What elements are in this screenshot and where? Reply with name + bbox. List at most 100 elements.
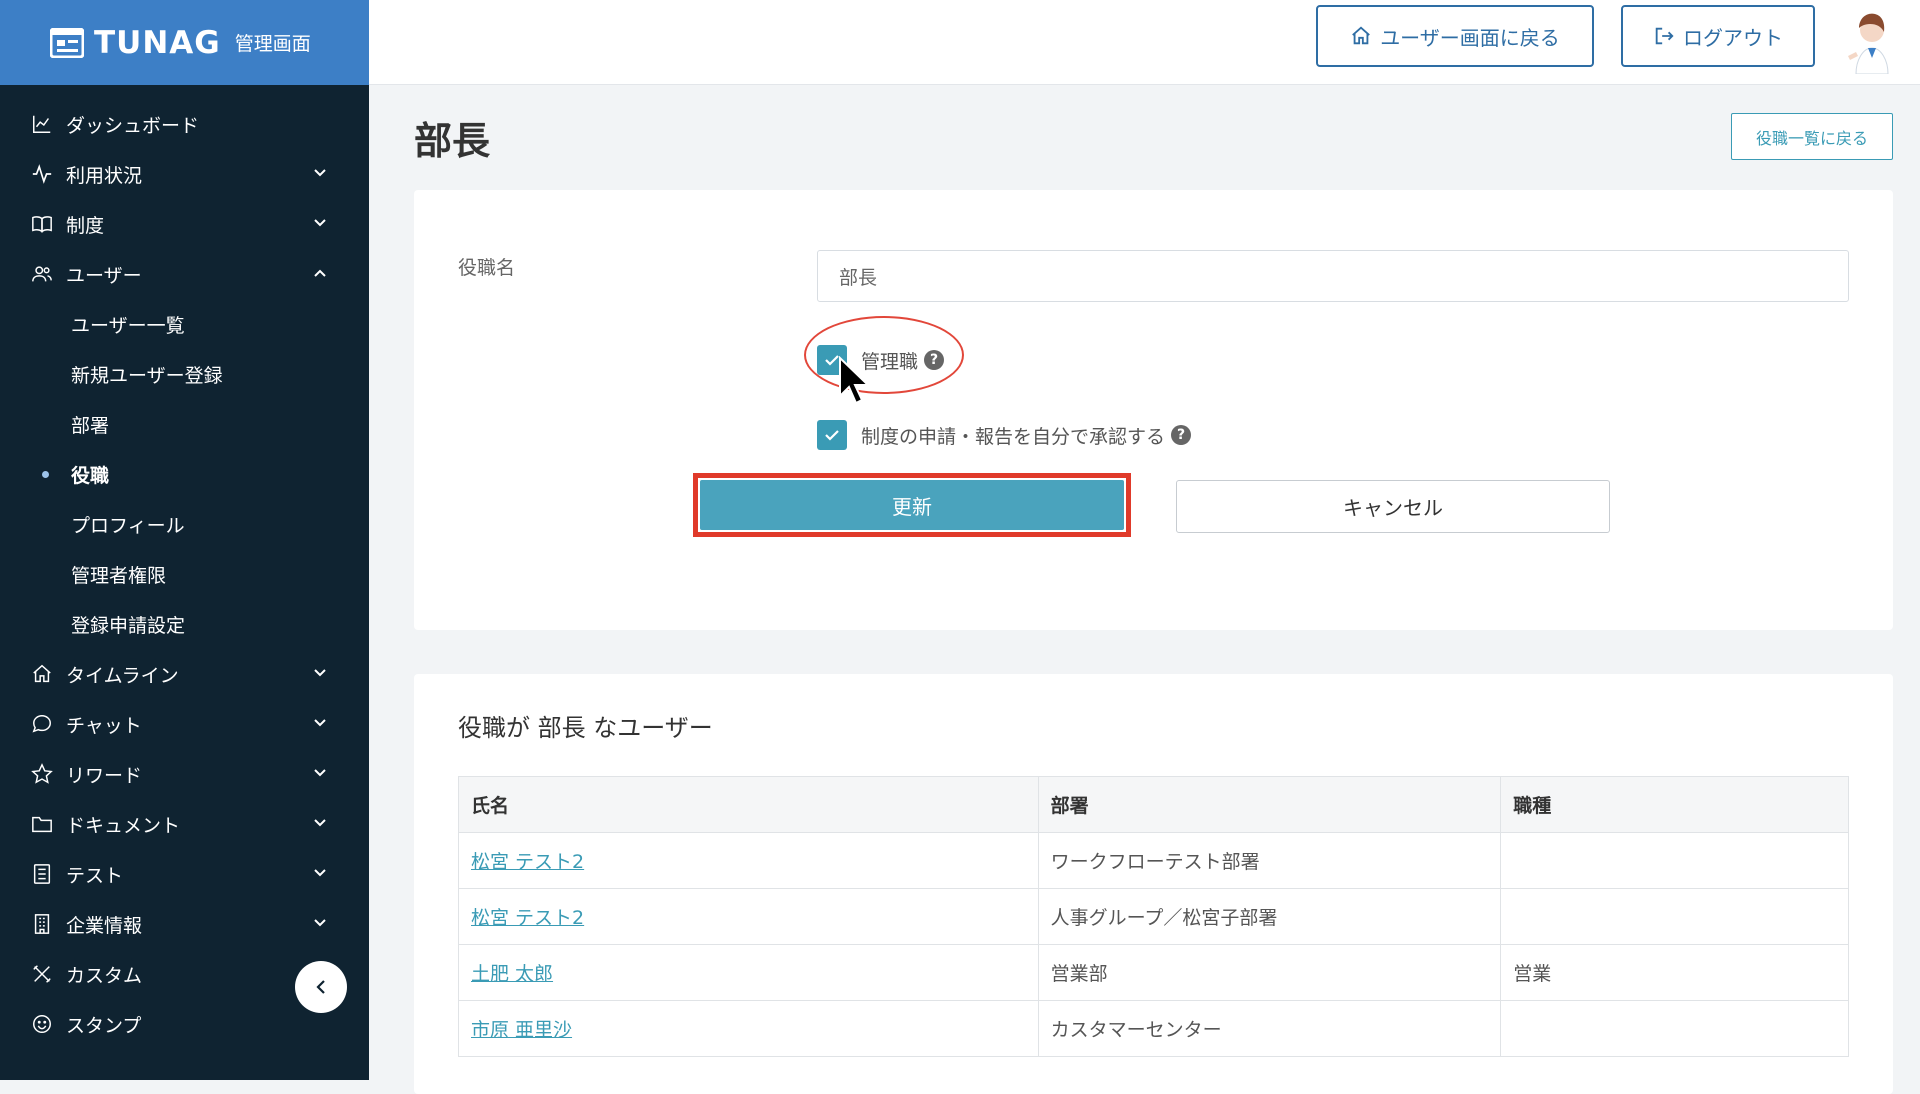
self-approve-checkbox[interactable] [817, 420, 847, 450]
table-row: 松宮 テスト2 人事グループ／松宮子部署 [458, 888, 1849, 945]
home-icon [1352, 26, 1371, 45]
cell-job-type [1500, 1000, 1849, 1057]
sidebar: TUNAG 管理画面 ダッシュボード 利用状況 制度 ユーザー ユーザー一覧 新… [0, 0, 369, 1080]
chevron-up-icon [314, 269, 326, 277]
sidebar-item-test[interactable]: テスト [0, 849, 369, 899]
brand-name: TUNAG [94, 24, 221, 61]
update-button-highlight: 更新 [693, 473, 1131, 537]
chart-line-icon [30, 112, 54, 136]
sidebar-item-label: テスト [66, 864, 124, 887]
back-to-user-screen-label: ユーザー画面に戻る [1380, 25, 1560, 50]
brand-bar[interactable]: TUNAG 管理画面 [0, 0, 369, 85]
sidebar-item-dashboard[interactable]: ダッシュボード [0, 99, 369, 149]
manager-checkbox-label: 管理職 [861, 350, 919, 373]
help-icon[interactable]: ? [924, 350, 945, 370]
sidebar-item-label: カスタム [66, 964, 143, 987]
sidebar-nav: ダッシュボード 利用状況 制度 ユーザー ユーザー一覧 新規ユーザー登録 部署 … [0, 85, 369, 1049]
home-icon [30, 662, 54, 686]
user-name-link[interactable]: 松宮 テスト2 [471, 851, 584, 873]
check-icon [825, 355, 839, 366]
column-header-department: 部署 [1037, 776, 1502, 833]
sidebar-item-label: リワード [66, 764, 143, 787]
chevron-left-icon [316, 980, 325, 994]
cell-name: 市原 亜里沙 [458, 1000, 1039, 1057]
cell-department: 営業部 [1037, 944, 1502, 1001]
brand-subtitle: 管理画面 [234, 33, 311, 55]
sidebar-subitem-label: 管理者権限 [71, 564, 167, 587]
sidebar-subitem-registration-settings[interactable]: 登録申請設定 [0, 599, 369, 649]
column-header-job-type: 職種 [1500, 776, 1849, 833]
back-to-user-screen-button[interactable]: ユーザー画面に戻る [1316, 5, 1594, 67]
sidebar-item-label: 利用状況 [66, 164, 143, 187]
tools-icon [30, 962, 54, 986]
chevron-down-icon [314, 819, 326, 827]
update-button[interactable]: 更新 [700, 480, 1124, 530]
position-edit-form: 役職名 管理職 ? 制度の申請・報告を自分で承認する ? 更新 キャンセル [414, 190, 1893, 630]
smile-icon [30, 1012, 54, 1036]
book-icon [30, 212, 54, 236]
sidebar-subitem-label: プロフィール [71, 514, 185, 537]
sidebar-subitem-admin-permissions[interactable]: 管理者権限 [0, 549, 369, 599]
chevron-down-icon [314, 769, 326, 777]
sidebar-subitem-label: ユーザー一覧 [71, 314, 185, 337]
star-icon [30, 762, 54, 786]
table-row: 市原 亜里沙 カスタマーセンター [458, 1000, 1849, 1057]
sidebar-subitem-positions[interactable]: 役職 [0, 449, 369, 499]
sidebar-item-usage[interactable]: 利用状況 [0, 149, 369, 199]
folder-icon [30, 812, 54, 836]
position-users-section: 役職が 部長 なユーザー 氏名 部署 職種 松宮 テスト2 ワークフローテスト部… [414, 674, 1893, 1094]
cell-name: 土肥 太郎 [458, 944, 1039, 1001]
logout-button[interactable]: ログアウト [1621, 5, 1815, 67]
sidebar-item-label: スタンプ [66, 1014, 142, 1037]
sidebar-item-documents[interactable]: ドキュメント [0, 799, 369, 849]
help-icon[interactable]: ? [1171, 425, 1192, 445]
table-row: 土肥 太郎 営業部 営業 [458, 944, 1849, 1001]
sidebar-item-users[interactable]: ユーザー [0, 249, 369, 299]
chevron-down-icon [314, 719, 326, 727]
manager-checkbox[interactable] [817, 345, 847, 375]
cell-name: 松宮 テスト2 [458, 888, 1039, 945]
chevron-down-icon [314, 219, 326, 227]
position-name-input[interactable] [817, 250, 1849, 302]
active-indicator [42, 471, 49, 478]
sidebar-item-label: 制度 [66, 214, 105, 237]
sidebar-subitem-label: 部署 [71, 414, 110, 437]
sidebar-collapse-button[interactable] [295, 961, 347, 1013]
back-to-position-list-button[interactable]: 役職一覧に戻る [1731, 113, 1893, 160]
sidebar-subitem-user-list[interactable]: ユーザー一覧 [0, 299, 369, 349]
sidebar-subitem-label: 登録申請設定 [71, 614, 186, 637]
sidebar-item-label: 企業情報 [66, 914, 143, 937]
cell-job-type: 営業 [1500, 944, 1849, 1001]
chat-bubble-icon [30, 712, 54, 736]
user-name-link[interactable]: 土肥 太郎 [471, 963, 553, 985]
sidebar-subitem-new-user[interactable]: 新規ユーザー登録 [0, 349, 369, 399]
manager-checkbox-row[interactable]: 管理職 ? [817, 345, 945, 375]
column-header-name: 氏名 [458, 776, 1039, 833]
page-title: 部長 [414, 119, 491, 163]
user-name-link[interactable]: 松宮 テスト2 [471, 907, 584, 929]
checklist-icon [30, 862, 54, 886]
cancel-button[interactable]: キャンセル [1176, 480, 1610, 533]
sidebar-item-reward[interactable]: リワード [0, 749, 369, 799]
sidebar-item-company[interactable]: 企業情報 [0, 899, 369, 949]
sidebar-item-system[interactable]: 制度 [0, 199, 369, 249]
sidebar-item-timeline[interactable]: タイムライン [0, 649, 369, 699]
chevron-down-icon [314, 169, 326, 177]
user-avatar[interactable] [1842, 10, 1898, 74]
top-bar: ユーザー画面に戻る ログアウト [369, 0, 1920, 85]
user-name-link[interactable]: 市原 亜里沙 [471, 1019, 572, 1041]
cell-job-type [1500, 832, 1849, 889]
chevron-down-icon [314, 919, 326, 927]
cell-department: 人事グループ／松宮子部署 [1037, 888, 1502, 945]
cell-department: カスタマーセンター [1037, 1000, 1502, 1057]
self-approve-checkbox-row[interactable]: 制度の申請・報告を自分で承認する ? [817, 420, 1192, 450]
logout-label: ログアウト [1683, 25, 1783, 50]
sidebar-subitem-label: 役職 [71, 464, 110, 487]
sidebar-item-chat[interactable]: チャット [0, 699, 369, 749]
sidebar-subitem-departments[interactable]: 部署 [0, 399, 369, 449]
sidebar-item-label: ユーザー [66, 264, 142, 287]
users-icon [30, 262, 54, 286]
cell-department: ワークフローテスト部署 [1037, 832, 1502, 889]
users-table: 氏名 部署 職種 松宮 テスト2 ワークフローテスト部署 松宮 テスト2 人事グ… [458, 776, 1849, 1057]
sidebar-subitem-profile[interactable]: プロフィール [0, 499, 369, 549]
